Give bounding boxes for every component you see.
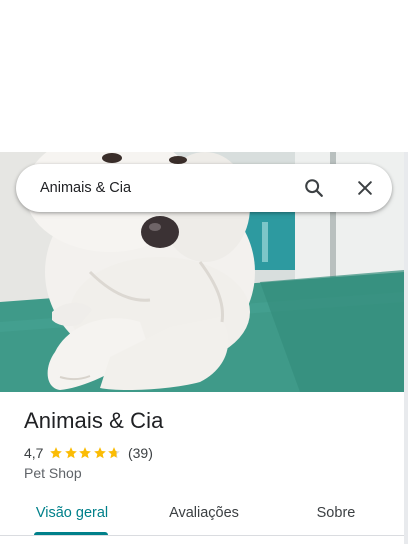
- tabs-divider: [0, 535, 404, 536]
- place-tabs: Visão geral Avaliações Sobre: [0, 494, 404, 538]
- search-bar[interactable]: Animais & Cia: [16, 164, 392, 212]
- star-icon: [94, 447, 106, 459]
- search-icon[interactable]: [298, 172, 330, 204]
- tab-about[interactable]: Sobre: [296, 494, 376, 536]
- tab-reviews[interactable]: Avaliações: [154, 494, 254, 536]
- place-category[interactable]: Pet Shop: [24, 465, 82, 481]
- star-icon: [50, 447, 63, 459]
- star-icon: [79, 447, 92, 459]
- star-rating: [49, 446, 122, 460]
- star-half-icon: [108, 447, 121, 459]
- rating-value: 4,7: [24, 445, 44, 461]
- search-query[interactable]: Animais & Cia: [40, 164, 131, 212]
- blank-area: [0, 0, 408, 152]
- place-name: Animais & Cia: [24, 408, 164, 433]
- tab-overview[interactable]: Visão geral: [24, 494, 120, 536]
- review-count[interactable]: (39): [128, 445, 153, 461]
- rating-row[interactable]: 4,7 (39): [24, 444, 153, 462]
- close-icon[interactable]: [349, 172, 381, 204]
- star-icon: [65, 447, 77, 459]
- scrollbar-track[interactable]: [404, 152, 408, 544]
